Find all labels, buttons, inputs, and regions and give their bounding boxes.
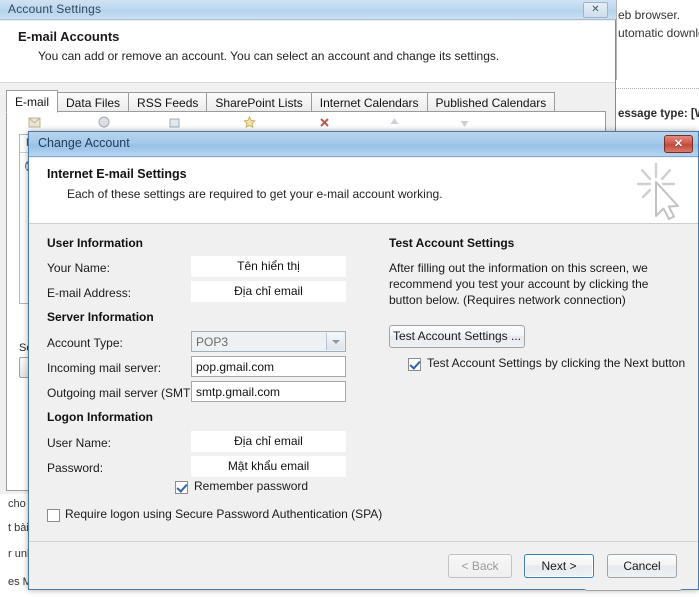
account-type-label: Account Type: — [47, 336, 123, 350]
user-name-input[interactable]: Địa chỉ email — [191, 431, 346, 452]
server-information-title: Server Information — [47, 310, 154, 324]
password-label: Password: — [47, 461, 103, 475]
dialog-title: Change Account — [38, 136, 130, 150]
auto-test-label: Test Account Settings by clicking the Ne… — [427, 356, 685, 370]
account-settings-titlebar: Account Settings ✕ — [0, 0, 616, 20]
tab-data-files[interactable]: Data Files — [57, 92, 129, 113]
right-pane-line-2: utomatic downloa — [618, 26, 699, 40]
your-name-input[interactable]: Tên hiển thị — [191, 256, 346, 277]
incoming-mail-server-label: Incoming mail server: — [47, 361, 161, 375]
account-settings-tabs: E-mailData FilesRSS FeedsSharePoint List… — [6, 90, 606, 112]
outgoing-mail-server-input[interactable]: smtp.gmail.com — [191, 381, 346, 402]
account-settings-title: Account Settings — [8, 2, 101, 16]
incoming-mail-server-input[interactable]: pop.gmail.com — [191, 356, 346, 377]
dialog-footer: < Back Next > Cancel — [29, 541, 698, 589]
cancel-button[interactable]: Cancel — [607, 554, 677, 578]
tab-email[interactable]: E-mail — [6, 90, 58, 113]
email-address-input[interactable]: Địa chỉ email — [191, 281, 346, 302]
tab-published-calendars[interactable]: Published Calendars — [427, 92, 556, 113]
right-pane-divider — [616, 88, 699, 89]
close-icon[interactable]: ✕ — [664, 135, 693, 153]
test-account-settings-title: Test Account Settings — [389, 236, 514, 250]
tab-internet-calendars[interactable]: Internet Calendars — [311, 92, 428, 113]
remember-password-checkbox[interactable] — [175, 481, 188, 494]
page-title: E-mail Accounts — [18, 29, 119, 44]
back-button[interactable]: < Back — [448, 554, 512, 578]
account-type-value: POP3 — [196, 335, 228, 349]
account-type-select[interactable]: POP3 — [191, 331, 346, 352]
next-button[interactable]: Next > — [524, 554, 594, 578]
chevron-down-icon[interactable] — [326, 333, 344, 350]
test-account-settings-button[interactable]: Test Account Settings ... — [389, 325, 525, 348]
require-spa-label: Require logon using Secure Password Auth… — [65, 507, 382, 521]
right-pane-line-1: eb browser. — [618, 8, 680, 22]
dialog-titlebar: Change Account ✕ — [29, 132, 698, 157]
outgoing-mail-server-label: Outgoing mail server (SMTP): — [47, 386, 206, 400]
dialog-header: Internet E-mail Settings Each of these s… — [29, 158, 698, 224]
click-cursor-icon — [626, 160, 690, 222]
new-account-icon[interactable] — [27, 115, 42, 130]
change-icon[interactable] — [167, 115, 182, 130]
test-account-description: After filling out the information on thi… — [389, 260, 679, 308]
dialog-heading: Internet E-mail Settings — [47, 167, 187, 181]
auto-test-checkbox[interactable] — [408, 358, 421, 371]
change-account-dialog: Change Account ✕ Internet E-mail Setting… — [28, 131, 699, 590]
remember-password-label: Remember password — [194, 479, 308, 493]
user-information-title: User Information — [47, 236, 143, 250]
page-subtitle: You can add or remove an account. You ca… — [38, 49, 499, 63]
require-spa-checkbox[interactable] — [47, 509, 60, 522]
right-pane-line-3: essage type: [WNG — [618, 108, 699, 120]
logon-information-title: Logon Information — [47, 410, 153, 424]
remove-icon[interactable] — [317, 115, 332, 130]
your-name-label: Your Name: — [47, 261, 110, 275]
move-down-icon[interactable] — [457, 115, 472, 130]
user-name-label: User Name: — [47, 436, 111, 450]
password-input[interactable]: Mật khẩu email — [191, 456, 346, 477]
account-settings-header: E-mail Accounts You can add or remove an… — [0, 21, 615, 83]
tab-rss-feeds[interactable]: RSS Feeds — [128, 92, 207, 113]
set-default-icon[interactable] — [242, 115, 257, 130]
move-up-icon[interactable] — [387, 115, 402, 130]
pane-edge-divider — [616, 0, 617, 80]
tab-sharepoint-lists[interactable]: SharePoint Lists — [206, 92, 311, 113]
repair-icon[interactable] — [97, 115, 112, 130]
email-address-label: E-mail Address: — [47, 286, 131, 300]
lower-line-2: t bài — [8, 522, 29, 534]
close-icon[interactable]: ✕ — [583, 2, 608, 18]
dialog-subheading: Each of these settings are required to g… — [67, 187, 443, 201]
dialog-body: User Information Your Name: Tên hiển thị… — [29, 225, 698, 541]
